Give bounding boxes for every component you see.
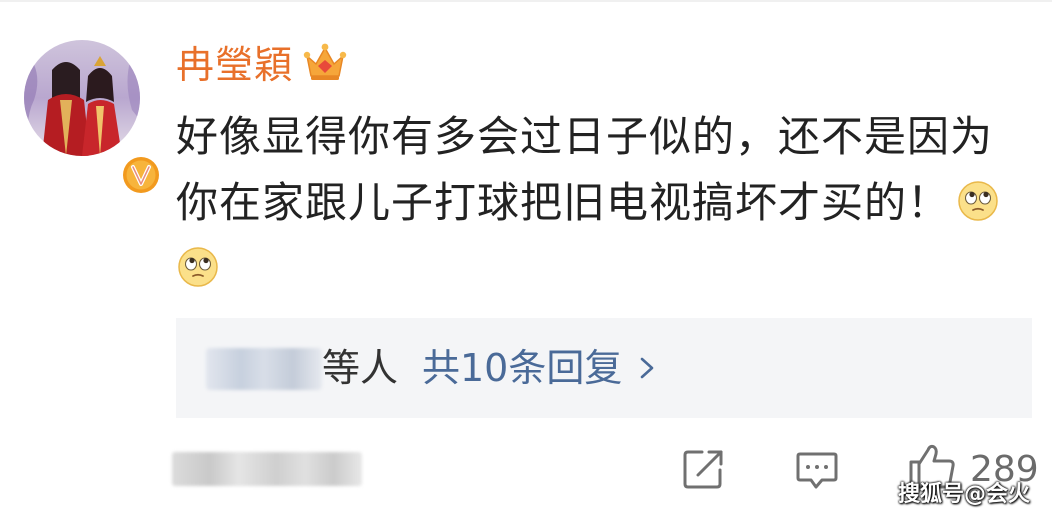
chevron-right-icon[interactable] — [636, 356, 658, 380]
comment-icon[interactable] — [794, 446, 840, 492]
verified-badge — [119, 153, 163, 197]
avatar[interactable] — [24, 40, 163, 197]
top-divider — [0, 0, 1052, 2]
comment-screen: 冉瑩穎 好像显得你有多会过日子似的，还不是因为 你在家跟儿子打球把旧电视搞坏才买… — [0, 0, 1052, 520]
eye-roll-emoji — [176, 245, 220, 289]
blurred-timestamp — [172, 452, 362, 486]
avatar-image — [24, 40, 140, 156]
replies-suffix: 等人 — [322, 346, 399, 390]
comment-line-3 — [176, 236, 1038, 302]
comment-line-2: 你在家跟儿子打球把旧电视搞坏才买的！ — [176, 170, 1038, 236]
comment-text: 好像显得你有多会过日子似的，还不是因为 你在家跟儿子打球把旧电视搞坏才买的！ — [176, 104, 1038, 302]
replies-box[interactable]: 等人 共10条回复 — [176, 318, 1032, 418]
view-replies-link[interactable]: 共10条回复 — [422, 342, 622, 394]
share-icon[interactable] — [680, 446, 726, 492]
comment-line-1: 好像显得你有多会过日子似的，还不是因为 — [176, 112, 994, 161]
watermark: 搜狐号@会火 — [898, 482, 1031, 507]
v-verified-icon — [120, 154, 162, 196]
crown-icon[interactable] — [302, 40, 348, 86]
username[interactable]: 冉瑩穎 — [176, 40, 293, 90]
comment-line-2-text: 你在家跟儿子打球把旧电视搞坏才买的！ — [176, 178, 951, 227]
blurred-reply-names — [206, 348, 322, 390]
eye-roll-emoji — [956, 179, 1000, 223]
